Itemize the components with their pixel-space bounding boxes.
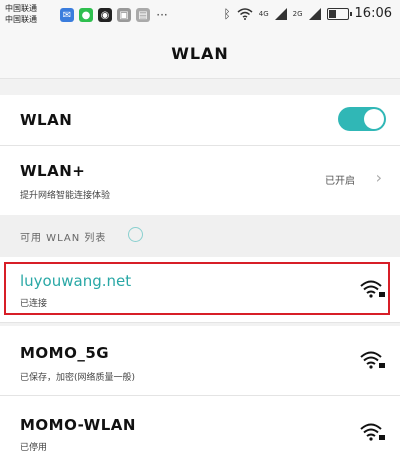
carrier-2: 中国联通 (5, 15, 37, 24)
signal-2g-icon (308, 7, 321, 20)
wlan-toggle-row[interactable]: WLAN (0, 95, 400, 145)
bluetooth-icon: ᛒ (223, 6, 231, 21)
wlan-plus-description: 提升网络智能连接体验 (20, 191, 111, 201)
notification-icons: ✉ ● ◉ ▣ ▤ ··· (60, 8, 169, 22)
carrier-info: 中国联通 中国联通 (5, 3, 37, 25)
page-title: WLAN (171, 44, 229, 63)
gallery-icon: ▣ (117, 8, 131, 22)
network-ssid: MOMO_5G (20, 344, 110, 362)
network-4g-label: 4G (258, 9, 269, 18)
signal-4g-icon (274, 7, 287, 20)
carrier-1: 中国联通 (5, 4, 37, 13)
status-bar: 中国联通 中国联通 ✉ ● ◉ ▣ ▤ ··· ᛒ 4G 2G 16:06 (0, 0, 400, 30)
qq-icon: ◉ (98, 8, 112, 22)
wifi-locked-icon (360, 351, 385, 369)
wechat-icon: ● (79, 8, 93, 22)
wlan-toggle-switch[interactable] (338, 107, 386, 131)
message-icon: ▤ (136, 8, 150, 22)
network-item[interactable]: MOMO_5G 已保存，加密(网络质量一般) (0, 326, 400, 395)
system-icons: ᛒ 4G 2G 16:06 (224, 6, 392, 21)
network-2g-label: 2G (292, 9, 303, 18)
title-bar: WLAN (0, 30, 400, 78)
highlight-box (4, 262, 390, 315)
chevron-right-icon: › (375, 168, 382, 187)
header-divider (0, 78, 400, 79)
wlan-toggle-label: WLAN (20, 111, 73, 129)
app-notification-icon: ✉ (60, 8, 74, 22)
wlan-plus-row[interactable]: WLAN+ 提升网络智能连接体验 已开启 › (0, 146, 400, 215)
row-divider (0, 322, 400, 323)
wifi-status-icon (237, 7, 253, 20)
network-ssid: MOMO-WLAN (20, 416, 136, 434)
scanning-spinner-icon (128, 227, 143, 242)
more-notifications-icon: ··· (156, 8, 168, 22)
network-status: 已停用 (20, 443, 48, 453)
battery-icon (326, 7, 352, 20)
wlan-plus-label: WLAN+ (20, 162, 86, 180)
network-status: 已保存，加密(网络质量一般) (20, 373, 136, 383)
wlan-plus-status: 已开启 (325, 176, 355, 187)
available-wlan-label: 可用 WLAN 列表 (20, 233, 107, 244)
clock: 16:06 (354, 6, 392, 21)
available-wlan-section: 可用 WLAN 列表 (0, 215, 400, 257)
wifi-locked-icon (360, 423, 385, 441)
toggle-knob (364, 109, 384, 129)
network-item[interactable]: MOMO-WLAN 已停用 (0, 396, 400, 464)
